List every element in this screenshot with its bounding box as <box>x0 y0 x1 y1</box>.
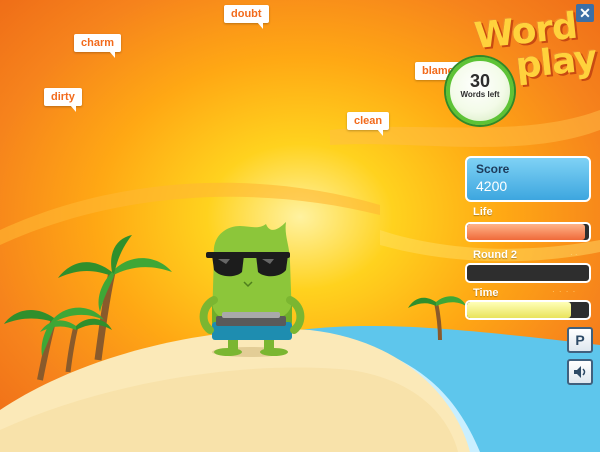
sound-toggle-button[interactable] <box>567 359 593 385</box>
pause-button[interactable]: P <box>567 327 593 353</box>
words-left-counter: 30 Words left <box>446 57 514 125</box>
logo-line-2: play <box>513 37 599 88</box>
score-label: Score <box>476 162 510 176</box>
score-panel: Score 4200 <box>465 156 591 202</box>
words-left-count: 30 <box>469 71 491 91</box>
game-stage: doubt charm blame dirty clean Word play … <box>0 0 600 452</box>
close-button[interactable]: ✕ <box>576 4 594 22</box>
time-bar <box>465 300 591 320</box>
round-label: Round 2 <box>473 249 517 261</box>
life-bar <box>465 222 591 242</box>
score-value: 4200 <box>476 178 508 194</box>
falling-word: clean <box>347 112 390 136</box>
life-label: Life <box>473 206 493 218</box>
falling-word: dirty <box>44 88 82 112</box>
round-progress-bar <box>465 263 591 283</box>
time-label: Time <box>473 287 499 299</box>
falling-word: doubt <box>224 5 269 29</box>
words-left-label: Words left <box>460 90 500 99</box>
speaker-icon <box>574 366 586 378</box>
close-icon: ✕ <box>579 5 591 21</box>
time-indicator-dots: · · · · <box>552 287 577 296</box>
round-indicator-dots: · · <box>570 250 578 259</box>
time-bar-fill <box>467 302 571 318</box>
life-bar-fill <box>467 224 586 240</box>
falling-word: charm <box>74 34 122 58</box>
sky-swoosh <box>0 182 380 245</box>
green-character <box>199 222 305 357</box>
